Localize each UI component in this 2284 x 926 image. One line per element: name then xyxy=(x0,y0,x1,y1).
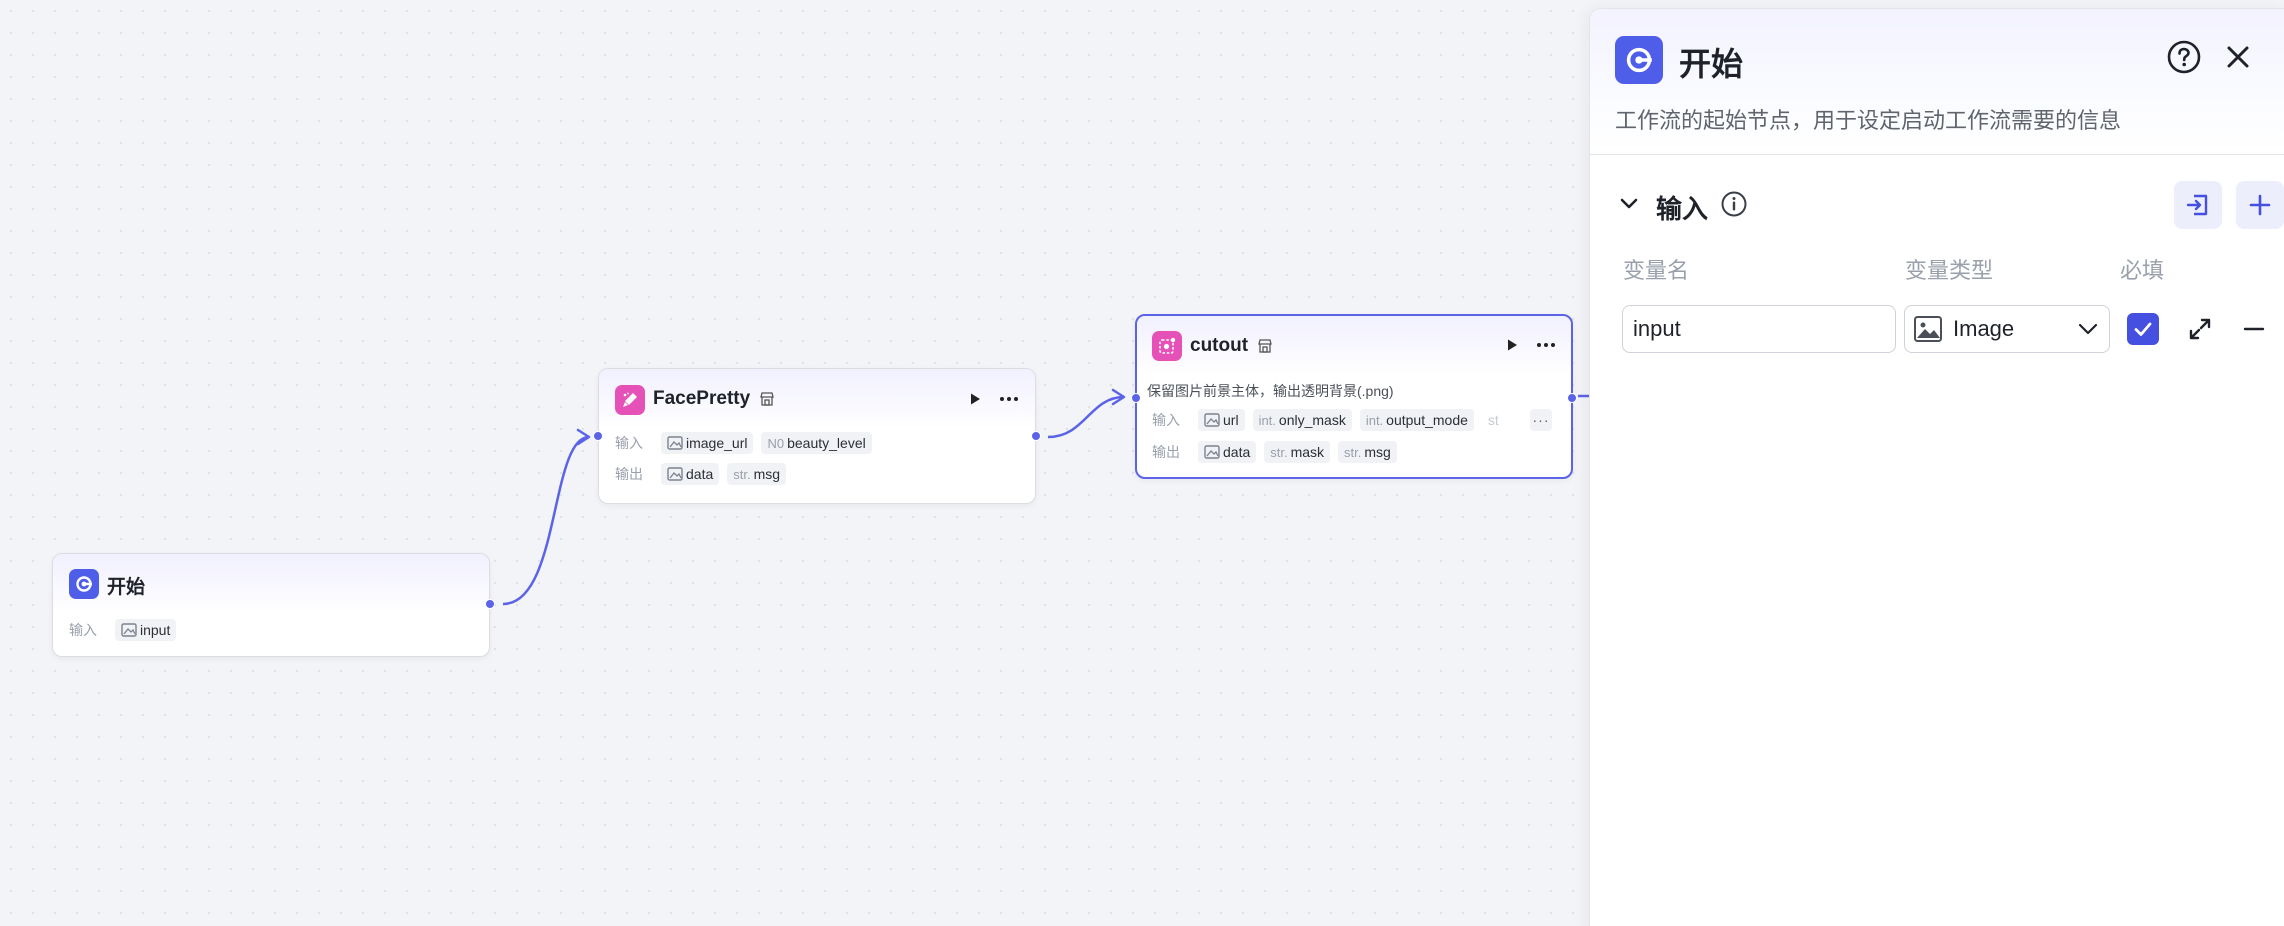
variable-type-select[interactable]: Image xyxy=(1904,305,2110,353)
output-chip: str. msg xyxy=(1338,441,1397,463)
column-header-required: 必填 xyxy=(2120,258,2165,283)
help-button[interactable] xyxy=(2166,39,2202,75)
image-icon xyxy=(667,467,683,481)
node-output-row: 输出 data str. msg xyxy=(615,462,787,486)
image-icon xyxy=(1914,316,1942,342)
run-node-button[interactable] xyxy=(963,387,987,411)
more-icon xyxy=(1000,397,1018,401)
image-icon xyxy=(1204,413,1220,427)
node-facepretty[interactable]: FacePretty 输入 image_url N0 beauty_level … xyxy=(593,368,1041,504)
input-handle[interactable] xyxy=(1131,393,1141,403)
node-start[interactable]: 开始 输入 input xyxy=(52,553,495,657)
import-icon xyxy=(2186,194,2208,216)
collapse-input-section[interactable] xyxy=(1614,189,1644,219)
output-handle[interactable] xyxy=(485,599,495,609)
node-cutout[interactable]: cutout 保留图片前景主体，输出透明背景(.png) 输入 url int.… xyxy=(1131,314,1577,479)
output-label: 输出 xyxy=(615,466,643,482)
input-chip: int. only_mask xyxy=(1252,409,1352,431)
brush-icon xyxy=(615,385,645,415)
close-button[interactable] xyxy=(2220,39,2256,75)
play-icon xyxy=(1508,339,1517,351)
input-chip: image_url xyxy=(661,432,754,454)
more-button[interactable] xyxy=(997,387,1021,411)
output-chip: str. msg xyxy=(727,463,787,485)
start-icon xyxy=(69,569,99,599)
expand-variable-button[interactable] xyxy=(2184,313,2216,345)
minus-icon xyxy=(2243,327,2265,331)
panel-header: 开始 工作流的起始节点，用于设定启动工作流需要的信息 xyxy=(1590,9,2284,155)
show-more-inputs-button[interactable]: ··· xyxy=(1530,409,1552,431)
image-icon xyxy=(667,436,683,450)
output-chip: str. mask xyxy=(1264,441,1331,463)
store-icon xyxy=(1258,339,1272,353)
node-output-row: 输出 data str. mask str. msg xyxy=(1152,440,1397,464)
more-button[interactable] xyxy=(1534,333,1558,357)
node-input-row: 输入 url int. only_mask int. output_mode s… xyxy=(1152,408,1505,432)
section-title: 输入 xyxy=(1656,194,1709,224)
output-chip: data xyxy=(1198,441,1257,463)
variable-type-value: Image xyxy=(1953,316,2015,341)
input-label: 输入 xyxy=(69,622,97,638)
output-handle[interactable] xyxy=(1567,393,1577,403)
input-label: 输入 xyxy=(615,435,643,451)
expand-icon xyxy=(2189,318,2211,340)
input-label: 输入 xyxy=(1152,412,1180,428)
cutout-icon xyxy=(1152,331,1182,361)
node-title: FacePretty xyxy=(653,388,751,409)
input-chip: N0 beauty_level xyxy=(761,432,872,454)
column-header-type: 变量类型 xyxy=(1905,258,1994,283)
input-handle[interactable] xyxy=(593,431,603,441)
panel-description: 工作流的起始节点，用于设定启动工作流需要的信息 xyxy=(1615,108,2122,133)
output-label: 输出 xyxy=(1152,444,1180,460)
column-header-name: 变量名 xyxy=(1623,258,1690,283)
node-title: 开始 xyxy=(107,577,146,598)
check-icon xyxy=(2134,322,2152,336)
node-title: cutout xyxy=(1190,335,1249,356)
more-icon xyxy=(1537,343,1555,347)
close-icon xyxy=(2227,46,2249,68)
start-icon xyxy=(1615,36,1663,84)
output-handle[interactable] xyxy=(1031,431,1041,441)
input-chip: int. output_mode xyxy=(1359,409,1474,431)
plus-icon xyxy=(2249,194,2271,216)
info-icon xyxy=(1720,190,1748,218)
panel-title: 开始 xyxy=(1679,46,1744,82)
play-icon xyxy=(971,393,980,405)
required-checkbox[interactable] xyxy=(2127,313,2159,345)
input-chip-truncated: st xyxy=(1487,412,1499,428)
add-variable-button[interactable] xyxy=(2236,181,2284,229)
node-input-row: 输入 input xyxy=(69,618,177,642)
chevron-down-icon xyxy=(2078,323,2098,335)
variable-name-input[interactable] xyxy=(1622,305,1896,353)
node-description: 保留图片前景主体，输出透明背景(.png) xyxy=(1147,383,1394,399)
chevron-down-icon xyxy=(1620,198,1638,209)
image-icon xyxy=(1204,445,1220,459)
remove-variable-button[interactable] xyxy=(2238,313,2270,345)
node-input-row: 输入 image_url N0 beauty_level xyxy=(615,431,872,455)
input-chip: url xyxy=(1198,409,1245,431)
store-icon xyxy=(760,392,774,406)
input-chip: input xyxy=(115,619,177,641)
edge-start-to-facepretty[interactable] xyxy=(502,435,590,606)
help-icon xyxy=(2167,40,2201,74)
output-chip: data xyxy=(661,463,720,485)
node-settings-panel: 开始 工作流的起始节点，用于设定启动工作流需要的信息 输入 变量名 变量类型 必… xyxy=(1589,8,2284,926)
workflow-canvas[interactable]: 开始 输入 input FacePretty 输入 image_url N0 b… xyxy=(0,0,1592,926)
image-icon xyxy=(121,623,137,637)
run-node-button[interactable] xyxy=(1500,333,1524,357)
import-variable-button[interactable] xyxy=(2174,181,2222,229)
